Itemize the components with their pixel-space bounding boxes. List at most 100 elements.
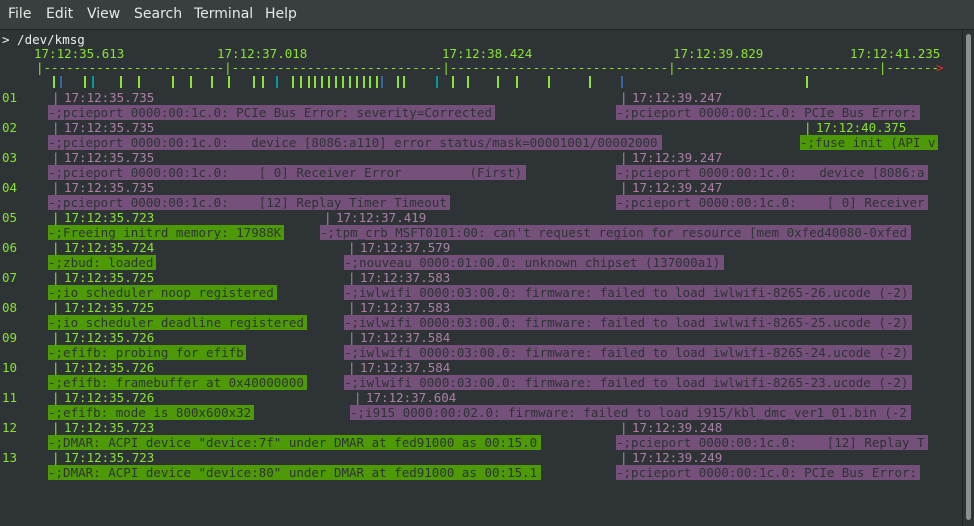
event-mark	[138, 76, 140, 88]
event-message: -;pcieport 0000:00:1c.0: [12] Replay T	[616, 435, 928, 450]
row-divider: |	[52, 240, 60, 255]
row-divider: |	[324, 210, 332, 225]
event-message: -;pcieport 0000:00:1c.0: PCIe Bus Error:	[616, 465, 920, 480]
scrollbar[interactable]	[962, 30, 974, 526]
event-mark	[190, 76, 192, 88]
menu-search[interactable]: Search	[134, 6, 182, 22]
event-mark	[335, 76, 337, 88]
event-timestamp: 17:12:35.723	[64, 210, 155, 225]
row-divider: |	[354, 390, 362, 405]
scrollbar-thumb[interactable]	[966, 34, 971, 520]
row-divider: |	[52, 330, 60, 345]
event-mark	[467, 76, 469, 88]
event-message: -;io scheduler noop registered	[48, 285, 277, 300]
event-timestamp: 17:12:35.726	[64, 330, 155, 345]
row-divider: |	[348, 270, 356, 285]
timeline-tick: 17:12:41.235	[850, 46, 941, 61]
menu-file[interactable]: File	[8, 6, 31, 22]
event-message: -;zbud: loaded	[48, 255, 156, 270]
event-message: -;iwlwifi 0000:03:00.0: firmware: failed…	[344, 285, 913, 300]
timeline-tick: 17:12:37.018	[217, 46, 308, 61]
event-mark	[60, 76, 62, 88]
event-message: -;nouveau 0000:01:00.0: unknown chipset …	[344, 255, 724, 270]
row-divider: |	[52, 180, 60, 195]
event-mark	[321, 76, 323, 88]
row-number: 13	[2, 450, 18, 465]
row-divider: |	[348, 330, 356, 345]
event-timestamp: 17:12:35.735	[64, 180, 155, 195]
event-mark	[363, 76, 365, 88]
terminal-title: > /dev/kmsg	[2, 32, 85, 47]
event-timestamp: 17:12:35.726	[64, 390, 155, 405]
event-timestamp: 17:12:35.725	[64, 300, 155, 315]
event-timestamp: 17:12:35.735	[64, 150, 155, 165]
event-mark	[497, 76, 499, 88]
menu-bar: File Edit View Search Terminal Help	[0, 0, 974, 30]
row-divider: |	[620, 420, 628, 435]
event-timestamp: 17:12:35.726	[64, 360, 155, 375]
event-message: -;efifb: mode is 800x600x32	[48, 405, 254, 420]
event-message: -;pcieport 0000:00:1c.0: [ 0] Receiver	[616, 195, 928, 210]
event-mark	[436, 76, 438, 88]
event-message: -;pcieport 0000:00:1c.0: device [8086:a	[616, 165, 928, 180]
event-timestamp: 17:12:37.419	[336, 210, 427, 225]
event-message: -;pcieport 0000:00:1c.0: [12] Replay Tim…	[48, 195, 451, 210]
menu-help[interactable]: Help	[265, 6, 297, 22]
timeline-axis: |------------------------|--------------…	[36, 60, 940, 75]
row-divider: |	[52, 390, 60, 405]
row-number: 10	[2, 360, 18, 375]
event-message: -;iwlwifi 0000:03:00.0: firmware: failed…	[344, 345, 913, 360]
row-divider: |	[620, 450, 628, 465]
event-timestamp: 17:12:35.725	[64, 270, 155, 285]
event-timestamp: 17:12:39.248	[632, 420, 723, 435]
event-message: -;DMAR: ACPI device "device:80" under DM…	[48, 465, 541, 480]
event-message: -;pcieport 0000:00:1c.0: [ 0] Receiver E…	[48, 165, 526, 180]
row-number: 07	[2, 270, 18, 285]
event-mark	[292, 76, 294, 88]
row-divider: |	[804, 120, 812, 135]
row-number: 01	[2, 90, 18, 105]
event-mark	[381, 76, 383, 88]
event-mark	[589, 76, 591, 88]
event-mark	[300, 76, 302, 88]
row-number: 11	[2, 390, 18, 405]
menu-view[interactable]: View	[87, 6, 120, 22]
row-divider: |	[52, 210, 60, 225]
event-mark	[328, 76, 330, 88]
event-timestamp: 17:12:39.249	[632, 450, 723, 465]
event-message: -;i915 0000:00:02.0: firmware: failed to…	[350, 405, 911, 420]
row-number: 03	[2, 150, 18, 165]
event-timestamp: 17:12:37.583	[360, 270, 451, 285]
timeline-arrow: >	[936, 60, 944, 75]
event-mark	[376, 76, 378, 88]
event-mark	[349, 76, 351, 88]
row-number: 12	[2, 420, 18, 435]
event-mark	[211, 76, 213, 88]
row-number: 06	[2, 240, 18, 255]
event-timestamp: 17:12:35.735	[64, 90, 155, 105]
menu-edit[interactable]: Edit	[46, 6, 73, 22]
event-timestamp: 17:12:37.579	[360, 240, 451, 255]
terminal-output[interactable]: > /dev/kmsg 17:12:35.613 17:12:37.018 17…	[0, 30, 962, 526]
row-divider: |	[52, 270, 60, 285]
event-mark	[397, 76, 399, 88]
row-divider: |	[52, 300, 60, 315]
event-timestamp: 17:12:35.735	[64, 120, 155, 135]
event-mark	[314, 76, 316, 88]
event-timestamp: 17:12:39.247	[632, 90, 723, 105]
row-number: 04	[2, 180, 18, 195]
row-divider: |	[52, 450, 60, 465]
menu-terminal[interactable]: Terminal	[194, 6, 253, 22]
event-timestamp: 17:12:37.604	[366, 390, 457, 405]
timeline-tick: 17:12:38.424	[442, 46, 533, 61]
row-divider: |	[348, 300, 356, 315]
row-divider: |	[620, 90, 628, 105]
event-timestamp: 17:12:40.375	[816, 120, 907, 135]
event-message: -;pcieport 0000:00:1c.0: PCIe Bus Error:…	[48, 105, 496, 120]
event-message: -;pcieport 0000:00:1c.0: PCIe Bus Error:	[616, 105, 920, 120]
event-message: -;io scheduler deadline registered	[48, 315, 307, 330]
timeline-tick: 17:12:35.613	[34, 46, 125, 61]
row-divider: |	[52, 90, 60, 105]
event-message: -;pcieport 0000:00:1c.0: device [8086:a1…	[48, 135, 662, 150]
timeline-tick: 17:12:39.829	[673, 46, 764, 61]
